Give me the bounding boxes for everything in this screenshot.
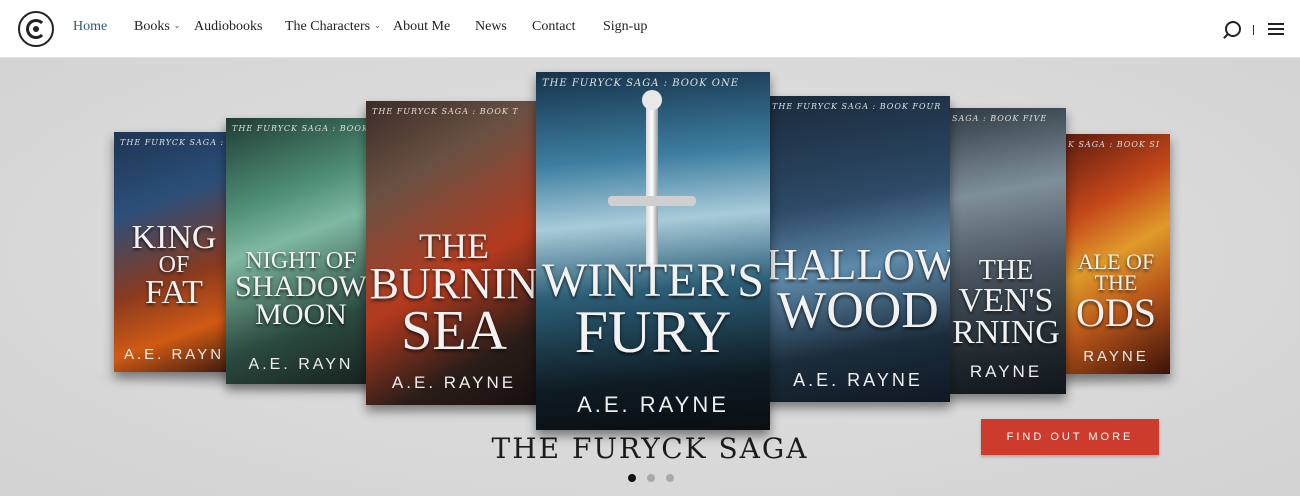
book-title: HALLOW WOOD [766, 240, 950, 339]
carousel-dot-2[interactable] [647, 474, 655, 482]
nav-about-me[interactable]: About Me [393, 19, 450, 35]
nav-news[interactable]: News [475, 19, 507, 35]
nav-audiobooks[interactable]: Audiobooks [194, 19, 262, 35]
book-title: THE VEN'S RNING [952, 255, 1060, 351]
nav-the-characters[interactable]: The Characters ⌄ [285, 19, 381, 35]
book-cover-winters-fury[interactable]: THE FURYCK SAGA : BOOK ONE WINTER'S FURY … [536, 72, 770, 430]
chevron-down-icon: ⌄ [173, 21, 181, 30]
book-title: WINTER'S FURY [542, 254, 764, 365]
nav-books[interactable]: Books ⌄ [134, 19, 181, 35]
book-title: THE BURNIN SEA [369, 226, 539, 362]
book-cover-the-burning-sea[interactable]: THE FURYCK SAGA : BOOK T THE BURNIN SEA A.… [366, 101, 542, 405]
book-cover-tale-of-the-gods[interactable]: K SAGA : BOOK SI ALE OF THE ODS RAYNE [1062, 134, 1170, 374]
book-cover-the-ravens-warning[interactable]: SAGA : BOOK FIVE THE VEN'S RNING RAYNE [946, 108, 1066, 394]
book-author: RAYNE [969, 362, 1043, 381]
book-title: NIGHT OF SHADOW MOON [235, 248, 367, 332]
book-series-label: K SAGA : BOOK SI [1068, 140, 1161, 149]
chevron-down-icon: ⌄ [374, 21, 381, 30]
book-title: ALE OF THE ODS [1075, 249, 1157, 335]
sword-illustration [608, 90, 696, 266]
book-series-label: SAGA : BOOK FIVE [952, 114, 1048, 123]
nav-home[interactable]: Home [73, 19, 107, 35]
carousel-dot-1[interactable] [628, 474, 636, 482]
book-author: A.E. RAYNE [577, 392, 729, 417]
menu-icon[interactable] [1268, 23, 1284, 35]
book-cover-night-of-the-shadow-moon[interactable]: THE FURYCK SAGA : BOOK NIGHT OF SHADOW MOO… [226, 118, 376, 384]
top-navigation: Home Books ⌄ Audiobooks The Characters ⌄ A… [0, 0, 1300, 58]
book-title: KING OF FAT [131, 219, 217, 312]
book-series-label: THE FURYCK SAGA : A PREQUEL [120, 138, 234, 147]
search-icon[interactable] [1225, 21, 1241, 37]
book-series-label: THE FURYCK SAGA : BOOK T [372, 107, 519, 116]
book-author: A.E. RAYN [248, 356, 354, 373]
hero-slider: THE FURYCK SAGA : A PREQUEL KINGOFFAT A.… [0, 58, 1300, 496]
book-author: A.E. RAYNE [793, 370, 923, 390]
nav-contact[interactable]: Contact [532, 19, 576, 35]
book-author: RAYNE [1083, 348, 1149, 365]
book-cover-hallow-wood[interactable]: THE FURYCK SAGA : BOOK FOUR HALLOW WOOD A… [766, 96, 950, 402]
book-series-label: THE FURYCK SAGA : BOOK ONE [542, 78, 740, 89]
logo-icon[interactable] [18, 11, 54, 47]
nav-characters-label: The Characters [285, 19, 371, 34]
nav-sign-up[interactable]: Sign-up [603, 19, 647, 35]
book-series-label: THE FURYCK SAGA : BOOK [232, 124, 369, 133]
book-series-label: THE FURYCK SAGA : BOOK FOUR [772, 102, 942, 111]
find-out-more-button[interactable]: FIND OUT MORE [981, 419, 1159, 455]
nav-divider [1253, 25, 1254, 35]
carousel-dot-3[interactable] [666, 474, 674, 482]
book-author: A.E. RAYN [123, 346, 225, 363]
book-author: A.E. RAYNE [391, 373, 517, 392]
nav-books-label: Books [134, 19, 170, 34]
book-cover-king-of-fate[interactable]: THE FURYCK SAGA : A PREQUEL KINGOFFAT A.… [114, 132, 234, 372]
